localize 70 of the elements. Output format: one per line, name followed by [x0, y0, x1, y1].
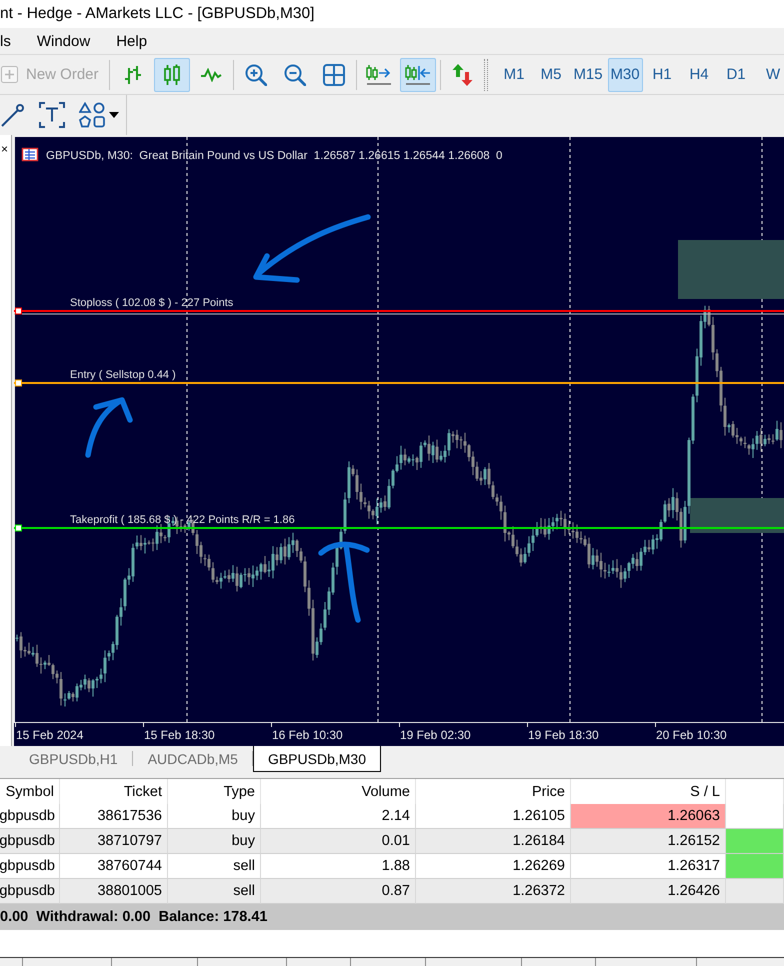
table-cell: 1.26269	[416, 854, 571, 879]
table-cell: sell	[168, 879, 261, 904]
timeframe-button[interactable]: W	[756, 58, 784, 92]
table-cell: 38760744	[60, 854, 168, 879]
caret-icon	[109, 112, 119, 118]
entry-label: Entry ( Sellstop 0.44 )	[70, 369, 176, 381]
chart-tab[interactable]: GBPUSDb,M30	[252, 746, 381, 772]
symbol-icon	[22, 148, 38, 162]
table-cell: sell	[168, 854, 261, 879]
table-cell: gbpusdb	[0, 879, 60, 904]
axis-label: 15 Feb 18:30	[144, 728, 215, 742]
menu-item[interactable]: Window	[36, 32, 90, 50]
zoom-in-icon	[244, 64, 267, 86]
chart-shift-icon	[366, 64, 392, 86]
chart-tab[interactable]: AUDCADb,M5	[132, 746, 253, 772]
table-cell: 38710797	[60, 829, 168, 854]
table-cell	[726, 879, 784, 904]
menu-item[interactable]: Help	[116, 32, 148, 50]
table-cell: gbpusdb	[0, 804, 60, 829]
table-cell: buy	[168, 804, 261, 829]
text-tool-icon	[39, 102, 65, 128]
line-handle[interactable]	[15, 380, 22, 386]
line-handle[interactable]	[15, 308, 22, 314]
shapes-icon	[79, 102, 105, 128]
table-cell: 1.26063	[571, 804, 726, 829]
candlestick-icon	[162, 64, 181, 86]
chart-tab[interactable]: GBPUSDb,H1	[14, 746, 133, 772]
menu-item[interactable]: ls	[0, 32, 11, 50]
up-down-arrows-icon	[451, 62, 474, 86]
timeframe-button[interactable]: D1	[718, 58, 754, 92]
table-cell: 1.26184	[416, 829, 571, 854]
table-cell: 38801005	[60, 879, 168, 904]
table-cell: 1.26317	[571, 854, 726, 879]
timeframe-button[interactable]: M5	[534, 58, 569, 92]
table-cell: gbpusdb	[0, 829, 60, 854]
axis-label: 19 Feb 18:30	[528, 728, 599, 742]
bar-chart-icon	[124, 64, 142, 84]
trend-line-icon	[1, 103, 25, 127]
table-cell: 1.26152	[571, 829, 726, 854]
table-cell: gbpusdb	[0, 854, 60, 879]
table-cell: 1.26372	[416, 879, 571, 904]
table-cell: 38617536	[60, 804, 168, 829]
window-title: nt - Hedge - AMarkets LLC - [GBPUSDb,M30]	[0, 5, 314, 23]
grid-icon	[322, 64, 345, 86]
table-cell: 0.87	[261, 879, 416, 904]
auto-scroll-icon	[404, 64, 431, 86]
chart-header: GBPUSDb, M30: Great Britain Pound vs US Dollar 1.26587 1.26615 1.26544 1.26608 0	[46, 150, 502, 162]
table-cell: 0.01	[261, 829, 416, 854]
stop-loss-label: Stoploss ( 102.08 $ ) - 227 Points	[70, 297, 234, 309]
table-cell: 1.88	[261, 854, 416, 879]
axis-label: 19 Feb 02:30	[400, 728, 471, 742]
zoom-out-icon	[284, 64, 306, 86]
table-cell: 2.14	[261, 804, 416, 829]
table-cell: 1.26426	[571, 879, 726, 904]
timeframe-button[interactable]: H4	[682, 58, 717, 92]
line-handle[interactable]	[15, 524, 22, 532]
timeframe-button[interactable]: M1	[496, 58, 532, 92]
auto-scroll-button[interactable]	[400, 58, 436, 92]
close-button[interactable]: ×	[0, 142, 10, 156]
axis-label: 20 Feb 10:30	[656, 728, 727, 742]
axis-label: 15 Feb 2024	[16, 728, 84, 742]
table-cell: buy	[168, 829, 261, 854]
timeframe-button[interactable]: H1	[644, 58, 680, 92]
account-summary: 0.00 Withdrawal: 0.00 Balance: 178.41	[0, 909, 268, 925]
timeframe-button[interactable]: M15	[570, 58, 606, 92]
candlestick-button[interactable]	[154, 58, 190, 92]
line-chart-icon	[200, 68, 222, 82]
table-cell: 1.26105	[416, 804, 571, 829]
axis-label: 16 Feb 10:30	[272, 728, 343, 742]
timeframe-button[interactable]: M30	[608, 58, 643, 92]
